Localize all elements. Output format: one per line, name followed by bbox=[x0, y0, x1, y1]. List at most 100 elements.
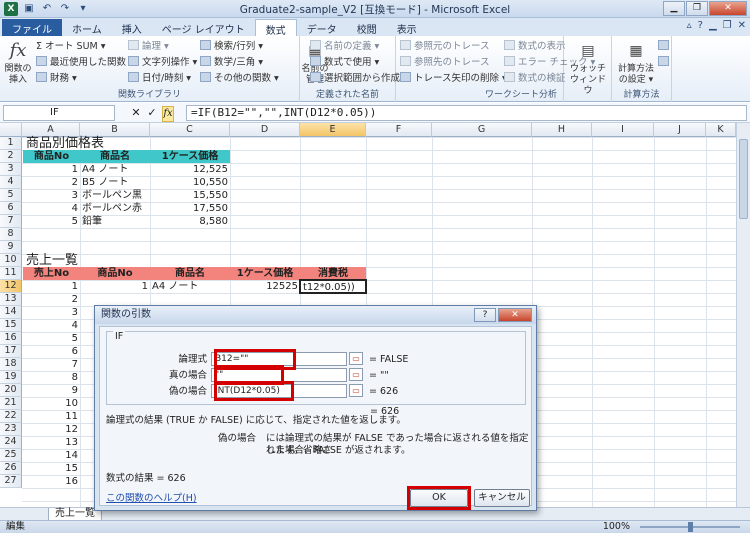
ribbon-minimize-icon[interactable]: ▵ bbox=[687, 20, 692, 31]
row-header-12[interactable]: 12 bbox=[0, 280, 22, 293]
watch-window-button[interactable]: ▤ ウォッチ ウィンドウ bbox=[570, 39, 606, 97]
create-from-selection-button[interactable]: 選択範囲から作成 bbox=[310, 72, 400, 86]
financial-button[interactable]: 財務 ▾ bbox=[36, 72, 77, 86]
collapse-dialog-icon[interactable]: ▭ bbox=[349, 384, 363, 397]
vertical-scrollbar[interactable] bbox=[736, 123, 750, 507]
calc-options-button[interactable]: ▦ 計算方法 の設定 ▾ bbox=[616, 39, 656, 86]
autosum-button[interactable]: Σ オート SUM ▾ bbox=[36, 40, 106, 54]
collapse-dialog-icon[interactable]: ▭ bbox=[349, 368, 363, 381]
restore-button[interactable]: ❐ bbox=[686, 1, 708, 16]
col-header-g[interactable]: G bbox=[432, 123, 532, 137]
evaluate-formula-button[interactable]: 数式の検証 bbox=[504, 72, 566, 86]
row-header-26[interactable]: 26 bbox=[0, 462, 22, 475]
recent-functions-button[interactable]: 最近使用した関数 ▾ bbox=[36, 56, 134, 70]
dialog-help-button[interactable]: ? bbox=[474, 308, 496, 322]
row-header-23[interactable]: 23 bbox=[0, 423, 22, 436]
row-header-10[interactable]: 10 bbox=[0, 254, 22, 267]
row-header-8[interactable]: 8 bbox=[0, 228, 22, 241]
function-arguments-dialog: 関数の引数 ? ✕ IF 論理式 B12="" ▭ = FALSE 真の場合 "… bbox=[94, 305, 537, 511]
col-header-k[interactable]: K bbox=[706, 123, 736, 137]
row-header-20[interactable]: 20 bbox=[0, 384, 22, 397]
row-header-21[interactable]: 21 bbox=[0, 397, 22, 410]
active-cell-e12[interactable]: t12*0.05)) bbox=[299, 279, 367, 294]
col-header-b[interactable]: B bbox=[80, 123, 150, 137]
define-name-icon bbox=[310, 40, 321, 50]
tab-file[interactable]: ファイル bbox=[2, 19, 62, 36]
cancel-entry-icon[interactable]: ✕ bbox=[130, 106, 142, 122]
tab-data[interactable]: データ bbox=[297, 19, 347, 36]
row-header-2[interactable]: 2 bbox=[0, 150, 22, 163]
row-header-14[interactable]: 14 bbox=[0, 306, 22, 319]
zoom-slider-knob[interactable] bbox=[688, 522, 693, 532]
tab-formulas[interactable]: 数式 bbox=[254, 19, 297, 37]
row-header-3[interactable]: 3 bbox=[0, 163, 22, 176]
formula-input[interactable]: =IF(B12="","",INT(D12*0.05)) bbox=[186, 105, 747, 121]
group-label-names: 定義された名前 bbox=[315, 90, 379, 100]
row-header-17[interactable]: 17 bbox=[0, 345, 22, 358]
show-formulas-button[interactable]: 数式の表示 bbox=[504, 40, 566, 54]
lookup-button[interactable]: 検索/行列 ▾ bbox=[200, 40, 263, 54]
tab-home[interactable]: ホーム bbox=[62, 19, 112, 36]
cancel-button[interactable]: キャンセル bbox=[474, 489, 530, 507]
row-header-9[interactable]: 9 bbox=[0, 241, 22, 254]
col-header-j[interactable]: J bbox=[654, 123, 706, 137]
name-box[interactable]: IF bbox=[3, 105, 115, 121]
row-header-1[interactable]: 1 bbox=[0, 137, 22, 150]
calc-sheet-button[interactable] bbox=[658, 56, 672, 70]
zoom-level[interactable]: 100% bbox=[603, 521, 630, 533]
col-header-i[interactable]: I bbox=[592, 123, 654, 137]
row-header-11[interactable]: 11 bbox=[0, 267, 22, 280]
tab-page-layout[interactable]: ページ レイアウト bbox=[152, 19, 255, 36]
col-header-f[interactable]: F bbox=[366, 123, 432, 137]
collapse-dialog-icon[interactable]: ▭ bbox=[349, 352, 363, 365]
price-name: ボールペン黒 bbox=[82, 190, 142, 201]
row-header-5[interactable]: 5 bbox=[0, 189, 22, 202]
calc-now-button[interactable] bbox=[658, 40, 672, 54]
help-icon[interactable]: ? bbox=[698, 20, 703, 31]
function-help-link[interactable]: この関数のヘルプ(H) bbox=[106, 493, 197, 505]
define-name-button-2[interactable]: 名前の定義 ▾ bbox=[310, 40, 379, 54]
col-header-d[interactable]: D bbox=[230, 123, 300, 137]
zoom-slider[interactable] bbox=[640, 522, 740, 532]
row-header-16[interactable]: 16 bbox=[0, 332, 22, 345]
select-all-corner[interactable] bbox=[0, 123, 22, 137]
trace-precedents-button[interactable]: 参照元のトレース bbox=[400, 40, 490, 54]
row-header-19[interactable]: 19 bbox=[0, 371, 22, 384]
workbook-minimize-icon[interactable]: ▁ bbox=[709, 20, 717, 31]
row-header-27[interactable]: 27 bbox=[0, 475, 22, 488]
col-header-c[interactable]: C bbox=[150, 123, 230, 137]
col-header-h[interactable]: H bbox=[532, 123, 592, 137]
col-header-e[interactable]: E bbox=[300, 123, 366, 137]
dialog-close-button[interactable]: ✕ bbox=[498, 308, 532, 322]
logical-button[interactable]: 論理 ▾ bbox=[128, 40, 169, 54]
tab-review[interactable]: 校閲 bbox=[347, 19, 387, 36]
row-header-4[interactable]: 4 bbox=[0, 176, 22, 189]
insert-function-button[interactable]: fx 関数の 挿入 bbox=[3, 39, 33, 86]
row-header-25[interactable]: 25 bbox=[0, 449, 22, 462]
tab-view[interactable]: 表示 bbox=[387, 19, 427, 36]
more-functions-button[interactable]: その他の関数 ▾ bbox=[200, 72, 279, 86]
col-header-a[interactable]: A bbox=[22, 123, 80, 137]
math-button[interactable]: 数学/三角 ▾ bbox=[200, 56, 263, 70]
remove-arrows-button[interactable]: トレース矢印の削除 ▾ bbox=[400, 72, 507, 86]
row-header-6[interactable]: 6 bbox=[0, 202, 22, 215]
text-button[interactable]: 文字列操作 ▾ bbox=[128, 56, 197, 70]
price-value: 15,550 bbox=[193, 190, 228, 201]
workbook-restore-icon[interactable]: ❐ bbox=[723, 20, 732, 31]
row-header-18[interactable]: 18 bbox=[0, 358, 22, 371]
trace-dependents-button[interactable]: 参照先のトレース bbox=[400, 56, 490, 70]
use-in-formula-button[interactable]: 数式で使用 ▾ bbox=[310, 56, 379, 70]
fx-insert-function-icon[interactable]: fx bbox=[162, 106, 174, 122]
workbook-close-icon[interactable]: ✕ bbox=[738, 20, 746, 31]
row-header-22[interactable]: 22 bbox=[0, 410, 22, 423]
tab-insert[interactable]: 挿入 bbox=[112, 19, 152, 36]
row-header-13[interactable]: 13 bbox=[0, 293, 22, 306]
row-header-15[interactable]: 15 bbox=[0, 319, 22, 332]
scrollbar-thumb[interactable] bbox=[739, 139, 748, 219]
row-header-7[interactable]: 7 bbox=[0, 215, 22, 228]
row-header-24[interactable]: 24 bbox=[0, 436, 22, 449]
close-button[interactable]: ✕ bbox=[709, 1, 747, 16]
enter-check-icon[interactable]: ✓ bbox=[146, 106, 158, 122]
minimize-button[interactable]: ▁ bbox=[663, 1, 685, 16]
datetime-button[interactable]: 日付/時刻 ▾ bbox=[128, 72, 191, 86]
